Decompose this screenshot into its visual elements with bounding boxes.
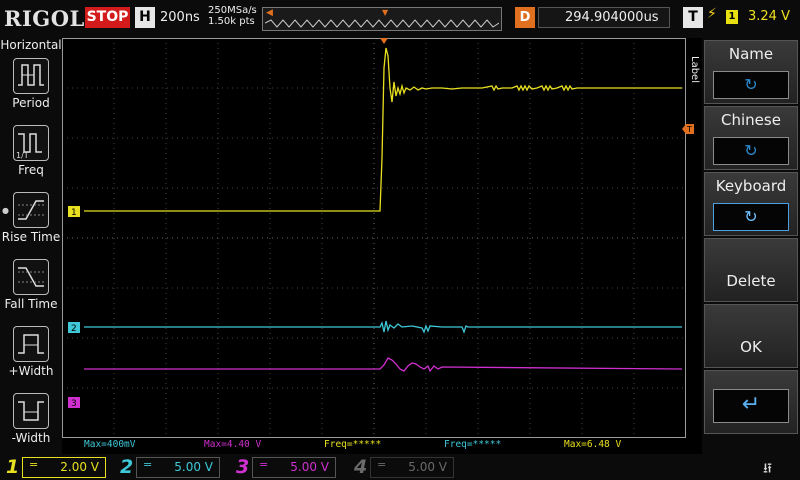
horizontal-badge: H <box>135 7 155 28</box>
measure-period[interactable]: Period <box>0 58 62 124</box>
memory-left-arrow-icon: ◀ <box>266 8 273 18</box>
run-stop-status[interactable]: STOP <box>85 7 130 28</box>
channel-2-number[interactable]: 2 <box>120 456 133 478</box>
menu-tab-label: Label <box>689 56 700 83</box>
enter-icon: ↵ <box>713 389 789 423</box>
measurement-result: Freq=***** <box>324 439 381 450</box>
channel-1-marker-label: 1 <box>71 208 77 218</box>
softkey-keyboard[interactable]: Keyboard ↻ <box>704 172 798 236</box>
fall-time-icon <box>13 259 49 295</box>
measure-rise-time-label: Rise Time <box>1 230 61 244</box>
measure-fall-time-label: Fall Time <box>4 297 58 311</box>
horizontal-delay-value[interactable]: 294.904000us <box>538 7 670 28</box>
channel-4-number[interactable]: 4 <box>354 456 367 478</box>
channel-1-scale: 2.00 V <box>60 460 99 474</box>
frequency-icon: 1/T <box>13 125 49 161</box>
channel-2-trace <box>84 320 682 334</box>
memory-waveform-icon <box>265 19 499 28</box>
channel-3-number[interactable]: 3 <box>236 456 249 478</box>
timebase-value[interactable]: 200ns <box>160 10 200 25</box>
softkey-delete[interactable]: Delete <box>704 238 798 302</box>
measurement-results: Max=400mV Max=4.40 V Freq=***** Freq=***… <box>84 439 621 450</box>
measure-rise-time[interactable]: Rise Time <box>0 192 62 258</box>
channel-status-bar: 1 = 2.00 V 2 = 5.00 V 3 = 5.00 V 4 = 5.0… <box>0 454 800 480</box>
channel-2-scale: 5.00 V <box>174 460 213 474</box>
trigger-badge: T <box>683 7 703 28</box>
positive-width-icon <box>13 326 49 362</box>
waveform-display[interactable]: T 1 2 3 Max=400mV Max=4.40 V Freq=***** … <box>62 38 702 454</box>
measure-fall-time[interactable]: Fall Time <box>0 259 62 325</box>
rotate-knob-icon: ↻ <box>713 71 789 99</box>
svg-text:1/T: 1/T <box>16 151 29 160</box>
measure-negative-width[interactable]: -Width <box>0 393 62 459</box>
channel-2-coupling: = <box>143 458 153 471</box>
channel-1-coupling: = <box>29 458 39 471</box>
label-softkey-menu: Label Name ↻ Chinese ↻ Keyboard ↻ Delete… <box>689 38 800 454</box>
measure-frequency-label: Freq <box>18 163 44 177</box>
softkey-ok-label: OK <box>740 338 762 356</box>
trigger-level[interactable]: 3.24 V <box>748 9 790 24</box>
period-icon <box>13 58 49 94</box>
sample-rate: 250MSa/s <box>208 5 257 16</box>
channel-3-trace <box>84 357 683 373</box>
channel-3-settings[interactable]: = 5.00 V <box>252 457 336 478</box>
softkey-chinese[interactable]: Chinese ↻ <box>704 106 798 170</box>
softkey-name[interactable]: Name ↻ <box>704 40 798 104</box>
delay-badge: D <box>515 7 535 28</box>
channel-2-settings[interactable]: = 5.00 V <box>136 457 220 478</box>
channel-1-number[interactable]: 1 <box>6 456 19 478</box>
measure-positive-width-label: +Width <box>8 364 54 378</box>
softkey-keyboard-label: Keyboard <box>715 177 787 195</box>
softkey-enter[interactable]: ↵ <box>704 370 798 434</box>
trigger-level-marker-label: T <box>686 125 692 134</box>
measure-negative-width-label: -Width <box>11 431 51 445</box>
softkey-chinese-label: Chinese <box>721 111 781 129</box>
measure-positive-width[interactable]: +Width <box>0 326 62 392</box>
measure-period-label: Period <box>12 96 50 110</box>
trigger-time-marker-icon[interactable] <box>380 38 388 44</box>
memory-overview-bar: ◀ ▼ <box>262 7 502 31</box>
trigger-source: 1 <box>726 10 738 24</box>
top-status-bar: RIGOL STOP H 200ns 250MSa/s 1.50k pts ◀ … <box>0 0 800 38</box>
softkey-delete-label: Delete <box>726 272 776 290</box>
graticule <box>62 38 686 438</box>
channel-2-marker-label: 2 <box>71 324 77 334</box>
menu-title: Horizontal <box>0 38 62 52</box>
rigol-logo: RIGOL <box>4 6 85 31</box>
channel-3-coupling: = <box>259 458 269 471</box>
measurement-result: Max=4.40 V <box>204 439 261 450</box>
trigger-position-marker-icon: ▼ <box>382 8 389 17</box>
memory-depth: 1.50k pts <box>208 16 255 27</box>
channel-1-trace <box>84 47 682 212</box>
rotate-knob-icon: ↻ <box>713 137 789 165</box>
channel-4-settings[interactable]: = 5.00 V <box>370 457 454 478</box>
softkey-ok[interactable]: OK <box>704 304 798 368</box>
measurement-result: Max=400mV <box>84 439 136 450</box>
channel-4-coupling: = <box>377 458 387 471</box>
softkey-name-label: Name <box>728 45 774 63</box>
channel-4-scale: 5.00 V <box>408 460 447 474</box>
rise-time-icon <box>13 192 49 228</box>
measurement-result: Freq=***** <box>444 439 501 450</box>
channel-3-marker-label: 3 <box>71 399 77 409</box>
rotate-knob-icon: ↻ <box>713 203 789 231</box>
horizontal-measure-menu: Horizontal Period 1/T Freq ● Rise Time F… <box>0 38 62 454</box>
rising-edge-trigger-icon: ⚡ <box>707 6 717 22</box>
channel-1-settings[interactable]: = 2.00 V <box>22 457 106 478</box>
usb-icon: ⭿ <box>763 461 773 477</box>
channel-3-scale: 5.00 V <box>290 460 329 474</box>
measurement-result: Max=6.48 V <box>564 439 621 450</box>
measure-frequency[interactable]: 1/T Freq <box>0 125 62 191</box>
negative-width-icon <box>13 393 49 429</box>
